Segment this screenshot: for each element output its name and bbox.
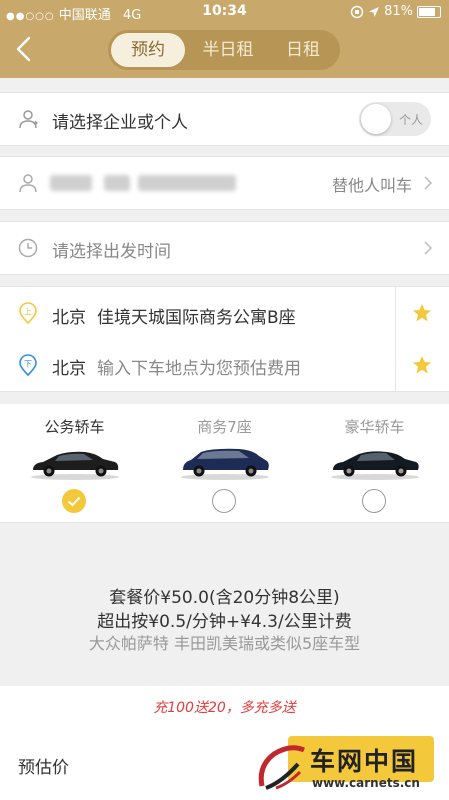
personal-toggle[interactable]: 个人 — [359, 102, 431, 136]
watermark-logo-icon — [258, 745, 305, 790]
clock-icon — [18, 238, 38, 258]
radio-unselected[interactable] — [362, 489, 386, 513]
departure-time-row[interactable]: 请选择出发时间 — [0, 221, 449, 275]
car-type-label: 公务轿车 — [44, 418, 105, 436]
tab-reservation[interactable]: 预约 — [111, 33, 185, 67]
radio-unselected[interactable] — [212, 489, 236, 513]
car-type-label: 商务7座 — [197, 418, 252, 436]
selected-check-icon[interactable] — [62, 489, 86, 513]
account-switch-icon — [19, 110, 38, 129]
pickup-favorite-button[interactable] — [395, 287, 449, 340]
car-type-selector: 公务轿车 商务7座 豪华轿车 — [0, 404, 449, 523]
user-icon — [19, 174, 37, 193]
overage-rate: 超出按¥0.5/分钟+¥4.3/公里计费 — [97, 612, 352, 632]
car-type-label: 豪华轿车 — [344, 418, 405, 436]
toggle-knob — [361, 104, 391, 134]
promo-banner[interactable]: 充100送20，多充多送 — [0, 697, 449, 717]
departure-time-placeholder: 请选择出发时间 — [52, 242, 171, 262]
battery-icon — [417, 5, 441, 18]
estimate-label: 预估价 — [18, 758, 69, 778]
status-right: 81% — [350, 4, 441, 19]
watermark: 车网中国 www.carnets.cn — [250, 740, 449, 800]
car-option-business-sedan[interactable]: 公务轿车 — [0, 404, 149, 522]
back-icon[interactable] — [12, 34, 36, 64]
pickup-row[interactable]: 上 北京 佳境天城国际商务公寓B座 — [0, 286, 449, 341]
dropoff-pin-icon: 下 — [19, 354, 37, 376]
watermark-url: www.carnets.cn — [312, 776, 420, 790]
car-option-luxury-sedan[interactable]: 豪华轿车 — [300, 404, 449, 522]
orientation-lock-icon — [350, 5, 364, 18]
car-option-business-7-seat[interactable]: 商务7座 — [150, 404, 299, 522]
passenger-row[interactable]: 替他人叫车 — [0, 156, 449, 210]
svg-text:上: 上 — [24, 308, 32, 317]
account-placeholder: 请选择企业或个人 — [52, 113, 188, 133]
account-row[interactable]: 请选择企业或个人 个人 — [0, 92, 449, 146]
status-bar: ●●○○○ 中国联通 4G 10:34 81% — [0, 0, 449, 24]
blue-mpv-image — [181, 448, 269, 480]
vehicle-models: 大众帕萨特 丰田凯美瑞或类似5座车型 — [88, 634, 361, 653]
battery-level-fill — [419, 7, 435, 16]
watermark-brand: 车网中国 — [310, 747, 419, 776]
app-header: ●●○○○ 中国联通 4G 10:34 81% 预约 半日租 日租 — [0, 0, 449, 78]
pricing-info: 套餐价¥50.0(含20分钟8公里) 超出按¥0.5/分钟+¥4.3/公里计费 … — [0, 523, 449, 685]
pickup-pin-icon: 上 — [19, 302, 37, 324]
tab-half-day-rental[interactable]: 半日租 — [190, 30, 266, 70]
call-for-others-link[interactable]: 替他人叫车 — [332, 172, 412, 196]
toggle-label: 个人 — [398, 113, 423, 127]
pickup-address: 佳境天城国际商务公寓B座 — [97, 308, 296, 328]
service-mode-tabs: 预约 半日租 日租 — [108, 30, 340, 70]
dropoff-favorite-button[interactable] — [395, 339, 449, 391]
chevron-right-icon — [424, 176, 433, 190]
battery-percent: 81% — [384, 4, 413, 19]
package-price: 套餐价¥50.0(含20分钟8公里) — [109, 588, 340, 608]
tab-day-rental[interactable]: 日租 — [268, 30, 338, 70]
dropoff-city: 北京 — [52, 359, 86, 379]
chevron-right-icon — [424, 241, 433, 255]
svg-text:下: 下 — [24, 360, 32, 369]
black-sedan-image — [31, 451, 119, 480]
location-arrow-icon — [369, 6, 380, 17]
star-icon — [413, 356, 431, 374]
dropoff-input[interactable]: 输入下车地点为您预估费用 — [97, 354, 301, 379]
luxury-sedan-image — [331, 451, 419, 480]
star-icon — [413, 304, 431, 322]
pickup-city: 北京 — [52, 308, 86, 328]
dropoff-row[interactable]: 下 北京 输入下车地点为您预估费用 — [0, 339, 449, 392]
